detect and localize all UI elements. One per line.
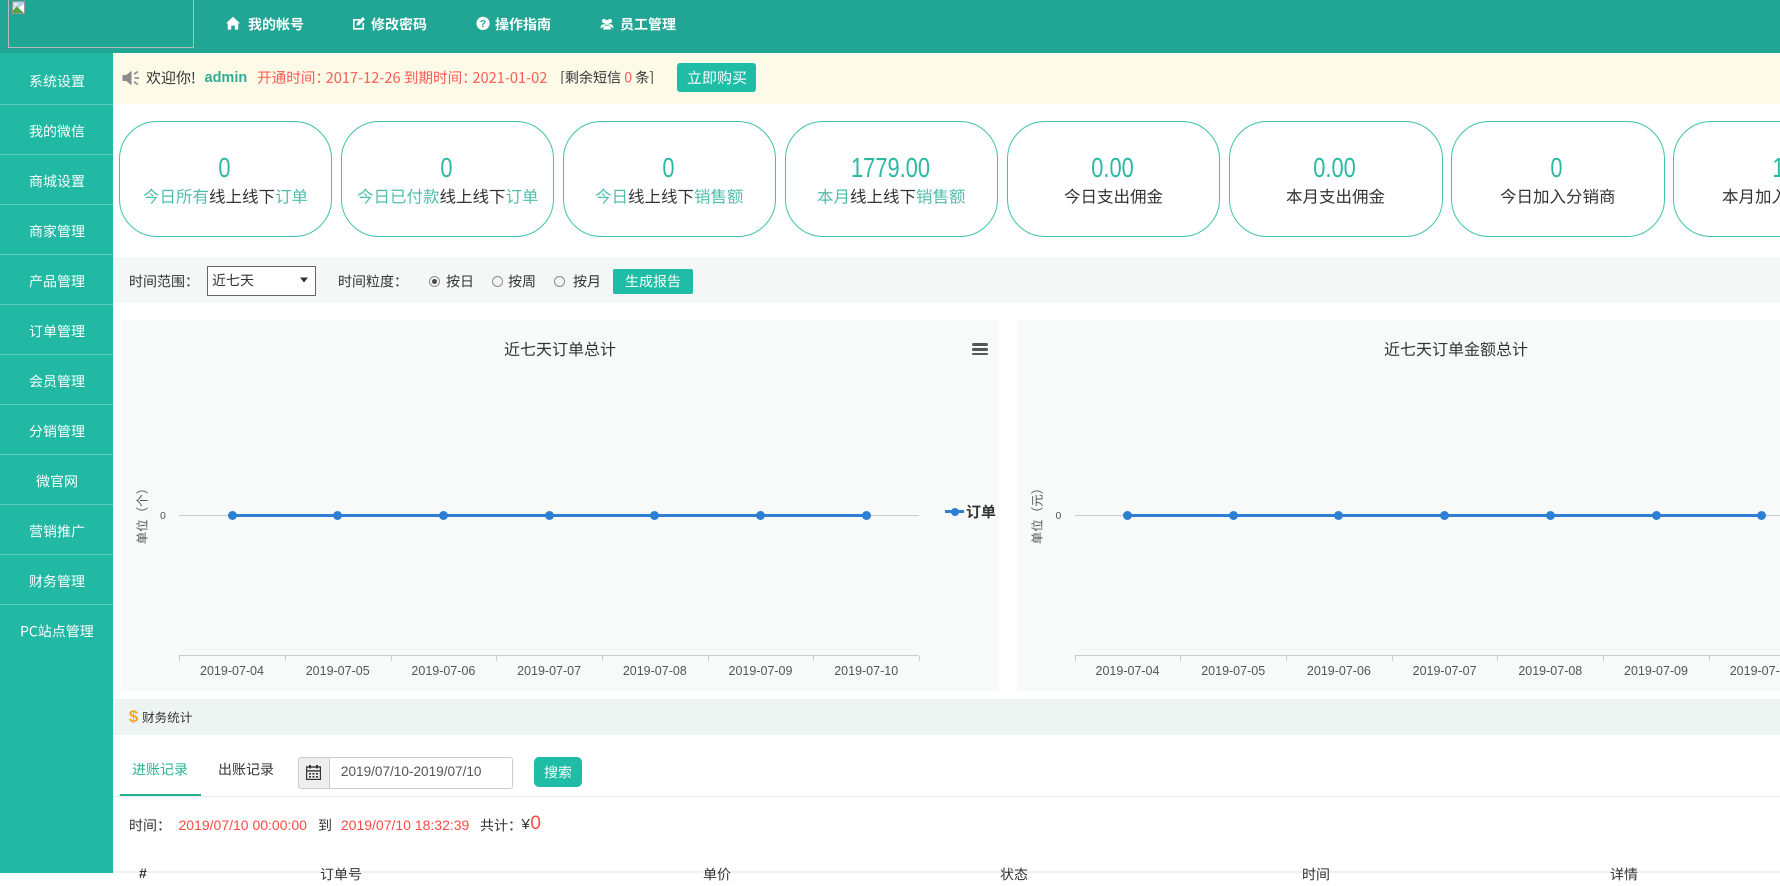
svg-text:?: ? — [480, 18, 486, 30]
